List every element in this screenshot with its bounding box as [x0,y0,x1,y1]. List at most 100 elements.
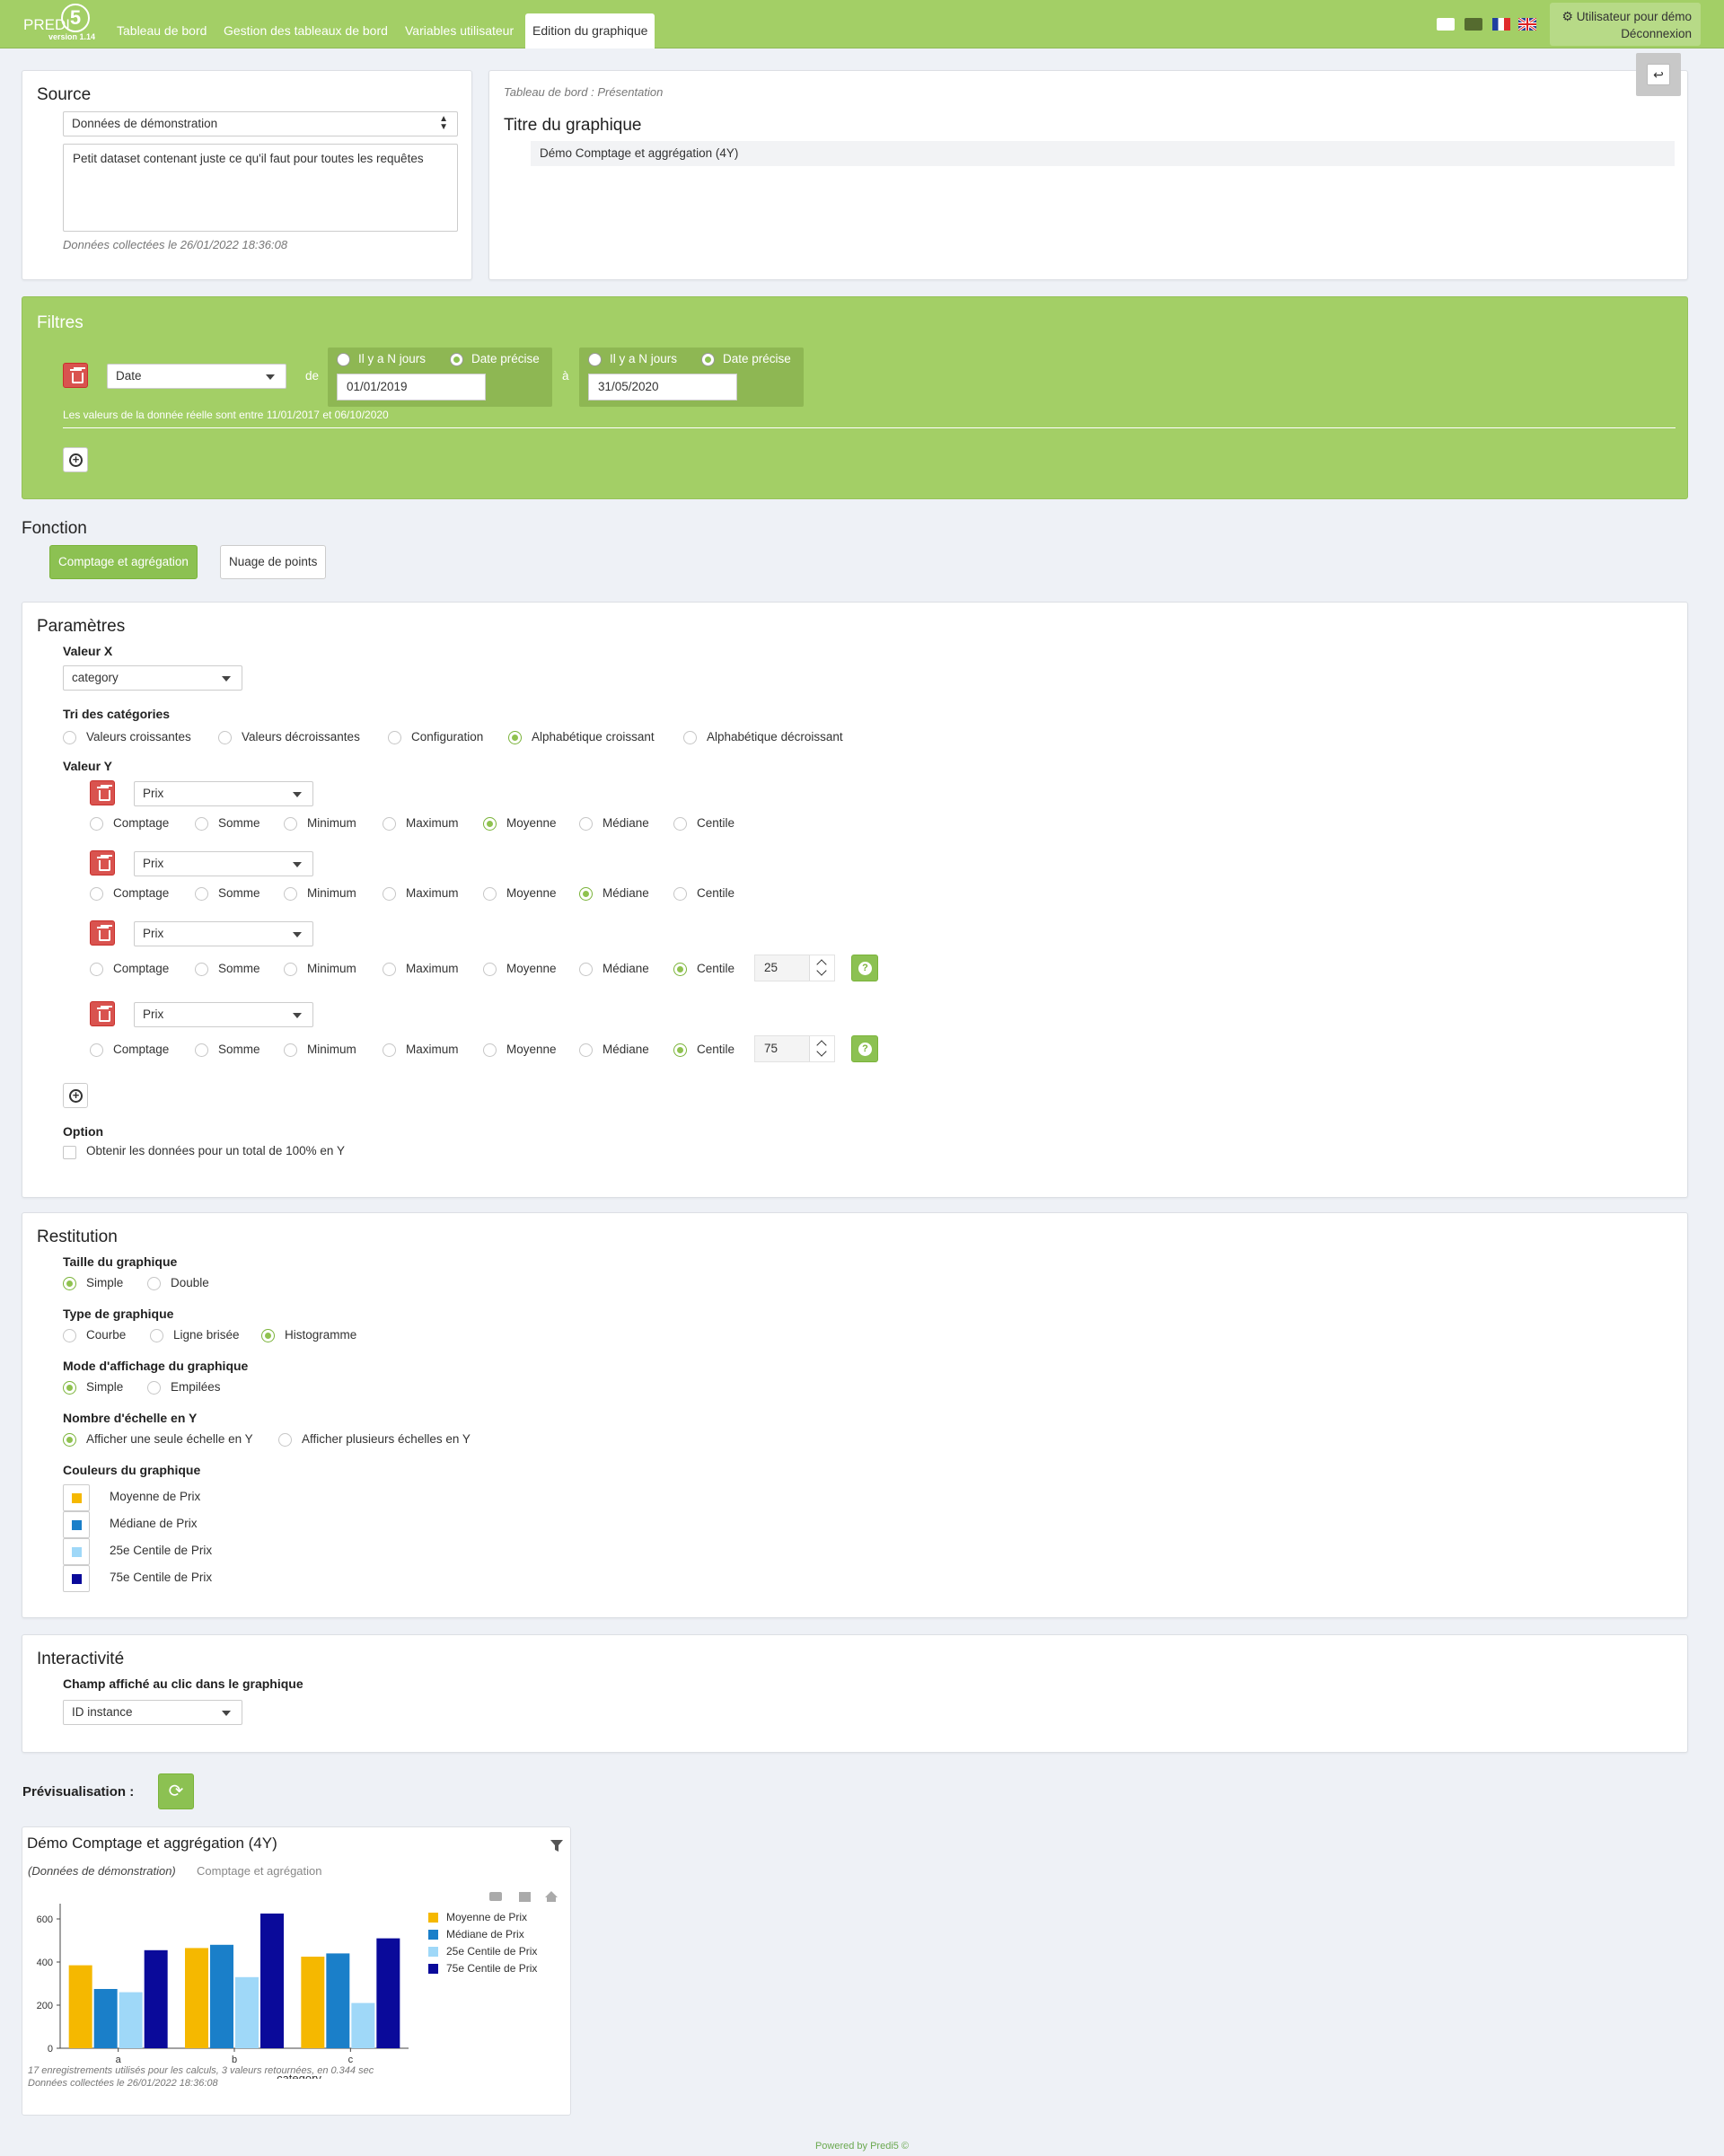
y2-moyenne-radio[interactable] [483,887,497,901]
color-swatch-25e-centile-de-prix[interactable] [63,1538,90,1565]
predi5-logo[interactable]: PREDI 5 version 1.14 [22,4,102,45]
source-description[interactable]: Petit dataset contenant juste ce qu'il f… [63,144,458,232]
y3-somme-radio[interactable] [195,963,208,976]
y1-minimum-radio[interactable] [284,817,297,831]
color-chip [72,1547,82,1557]
delete-filter-button[interactable] [63,363,88,388]
color-swatch-mediane-de-prix[interactable] [63,1511,90,1538]
green-flag-icon[interactable] [1465,18,1482,31]
y4-somme-radio[interactable] [195,1043,208,1057]
y4-mediane-radio[interactable] [579,1043,593,1057]
y4-maximum-radio[interactable] [383,1043,396,1057]
y1-centile-radio[interactable] [673,817,687,831]
y3-maximum-radio[interactable] [383,963,396,976]
tab-chart-edit[interactable]: Edition du graphique [525,13,655,48]
x-value-select[interactable]: category [63,665,242,691]
y2-maximum-radio[interactable] [383,887,396,901]
centile-4-input[interactable]: 75 [754,1035,835,1062]
y1-maximum-radio[interactable] [383,817,396,831]
y4-comptage-radio[interactable] [90,1043,103,1057]
legend-label-2: Médiane de Prix [446,1928,524,1940]
y-value-2-select[interactable]: Prix [134,851,313,876]
y1-somme-radio[interactable] [195,817,208,831]
y1-comptage-radio[interactable] [90,817,103,831]
tab-user-variables[interactable]: Variables utilisateur [398,13,521,48]
y4-somme-label: Somme [218,1043,260,1056]
tab-dashboard[interactable]: Tableau de bord [110,13,214,48]
y-value-3-select[interactable]: Prix [134,921,313,946]
centile-3-input[interactable]: 25 [754,955,835,981]
type-ligne-brisee-radio[interactable] [150,1329,163,1342]
centile-4-help-button[interactable]: ? [851,1035,878,1062]
sort-alphabetique-croissant-radio[interactable] [508,731,522,744]
fr-flag-icon[interactable] [1492,18,1510,31]
from-date-input[interactable]: 01/01/2019 [337,374,486,400]
chart-colors-label: Couleurs du graphique [63,1463,201,1477]
y4-moyenne-radio[interactable] [483,1043,497,1057]
y3-moyenne-radio[interactable] [483,963,497,976]
size-simple-radio[interactable] [63,1277,76,1290]
mode-simple-radio[interactable] [63,1381,76,1395]
y2-minimum-radio[interactable] [284,887,297,901]
delete-y-value-4-button[interactable] [90,1001,115,1026]
user-menu[interactable]: ⚙ Utilisateur pour démo Déconnexion [1550,3,1701,46]
from-n-days-radio[interactable] [337,353,350,366]
tab-manage-dashboards[interactable]: Gestion des tableaux de bord [216,13,395,48]
centile-3-help-button[interactable]: ? [851,955,878,981]
source-select[interactable]: Données de démonstration ▲ ▼ [63,111,458,136]
click-field-select[interactable]: ID instance [63,1700,242,1725]
mode-empilees-radio[interactable] [147,1381,161,1395]
white-flag-icon[interactable] [1437,18,1455,31]
y3-minimum-radio[interactable] [284,963,297,976]
y-value-4-select[interactable]: Prix [134,1002,313,1027]
sort-alphabetique-decroissant-radio[interactable] [683,731,697,744]
chart-title-input[interactable]: Démo Comptage et aggrégation (4Y) [531,141,1675,166]
funnel-icon[interactable] [550,1840,563,1855]
back-button[interactable]: ↩ [1636,53,1681,96]
y1-moyenne-radio[interactable] [483,817,497,831]
y2-mediane-radio[interactable] [579,887,593,901]
y-value-1-select[interactable]: Prix [134,781,313,806]
logout-link[interactable]: Déconnexion [1550,25,1692,42]
preview-stats: 17 enregistrements utilisés pour les cal… [28,2065,374,2076]
type-courbe-label: Courbe [86,1328,127,1342]
y1-mediane-radio[interactable] [579,817,593,831]
size-double-radio[interactable] [147,1277,161,1290]
from-precise-radio[interactable] [450,353,463,366]
sort-configuration-radio[interactable] [388,731,401,744]
color-swatch-75e-centile-de-prix[interactable] [63,1565,90,1592]
filter-field-select[interactable]: Date [107,364,286,389]
chart-header-panel: Tableau de bord : Présentation Titre du … [488,53,1688,280]
y4-minimum-radio[interactable] [284,1043,297,1057]
to-date-input[interactable]: 31/05/2020 [588,374,737,400]
y4-centile-radio[interactable] [673,1043,687,1057]
y2-comptage-radio[interactable] [90,887,103,901]
y3-mediane-radio[interactable] [579,963,593,976]
function-scatter-button[interactable]: Nuage de points [220,545,327,579]
zoom-box-icon [519,1892,531,1902]
type-histogramme-radio[interactable] [261,1329,275,1342]
delete-y-value-3-button[interactable] [90,920,115,946]
spinner-icon[interactable] [809,1036,834,1061]
refresh-preview-button[interactable]: ⟳ [158,1773,194,1809]
percent-total-checkbox[interactable] [63,1146,76,1159]
scale-afficher-plusieurs-echelles-en-y-radio[interactable] [278,1433,292,1447]
delete-y-value-2-button[interactable] [90,850,115,876]
add-y-value-button[interactable]: + [63,1083,88,1108]
function-count-aggregate-button[interactable]: Comptage et agrégation [49,545,198,579]
y3-comptage-radio[interactable] [90,963,103,976]
sort-valeurs-croissantes-radio[interactable] [63,731,76,744]
y2-centile-radio[interactable] [673,887,687,901]
sort-valeurs-decroissantes-radio[interactable] [218,731,232,744]
scale-afficher-une-seule-echelle-en-y-radio[interactable] [63,1433,76,1447]
y3-centile-radio[interactable] [673,963,687,976]
color-swatch-moyenne-de-prix[interactable] [63,1484,90,1511]
y2-somme-radio[interactable] [195,887,208,901]
to-n-days-radio[interactable] [588,353,602,366]
type-courbe-radio[interactable] [63,1329,76,1342]
delete-y-value-1-button[interactable] [90,780,115,805]
uk-flag-icon[interactable] [1518,18,1536,31]
spinner-icon[interactable] [809,955,834,981]
add-filter-button[interactable]: + [63,447,88,472]
to-precise-radio[interactable] [701,353,715,366]
